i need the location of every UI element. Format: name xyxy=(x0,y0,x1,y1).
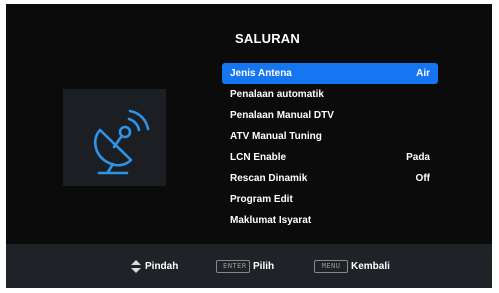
move-hint: Pindah xyxy=(131,259,178,273)
enter-key-badge: ENTER xyxy=(216,259,250,273)
menu-item-label: Program Edit xyxy=(230,194,293,205)
key-hint-bar: Pindah ENTER Pilih MENU Kembali xyxy=(6,244,492,288)
menu-item-lcn-enable[interactable]: LCN Enable Pada xyxy=(222,147,438,168)
tv-menu-screen: SALURAN Jenis Antena Air Penalaan automa… xyxy=(6,4,492,288)
menu-item-value: Pada xyxy=(406,152,430,163)
menu-item-signal-info[interactable]: Maklumat Isyarat xyxy=(222,210,438,231)
menu-item-dynamic-rescan[interactable]: Rescan Dinamik Off xyxy=(222,168,438,189)
select-hint-label: Pilih xyxy=(253,260,275,272)
move-hint-label: Pindah xyxy=(145,260,179,272)
menu-item-label: Jenis Antena xyxy=(230,68,292,79)
menu-item-label: Rescan Dinamik xyxy=(230,173,308,184)
menu-item-value: Air xyxy=(416,68,430,79)
menu-item-antenna-type[interactable]: Jenis Antena Air xyxy=(222,63,438,84)
up-down-arrows-icon xyxy=(131,259,141,273)
menu-item-label: Penalaan automatik xyxy=(230,89,324,100)
back-hint: MENU Kembali xyxy=(314,259,390,273)
menu-title: SALURAN xyxy=(235,31,300,46)
menu-item-label: ATV Manual Tuning xyxy=(230,131,322,142)
channel-menu-list: Jenis Antena Air Penalaan automatik Pena… xyxy=(222,63,438,231)
menu-item-program-edit[interactable]: Program Edit xyxy=(222,189,438,210)
menu-item-auto-tuning[interactable]: Penalaan automatik xyxy=(222,84,438,105)
menu-item-label: LCN Enable xyxy=(230,152,287,163)
menu-item-atv-manual-tuning[interactable]: ATV Manual Tuning xyxy=(222,126,438,147)
select-hint: ENTER Pilih xyxy=(216,259,274,273)
category-icon-panel xyxy=(63,89,166,186)
menu-item-value: Off xyxy=(415,173,430,184)
menu-key-badge: MENU xyxy=(314,259,348,273)
menu-item-label: Maklumat Isyarat xyxy=(230,215,312,226)
back-hint-label: Kembali xyxy=(351,260,390,272)
menu-item-label: Penalaan Manual DTV xyxy=(230,110,334,121)
satellite-dish-icon xyxy=(94,109,150,175)
menu-item-manual-dtv-tuning[interactable]: Penalaan Manual DTV xyxy=(222,105,438,126)
